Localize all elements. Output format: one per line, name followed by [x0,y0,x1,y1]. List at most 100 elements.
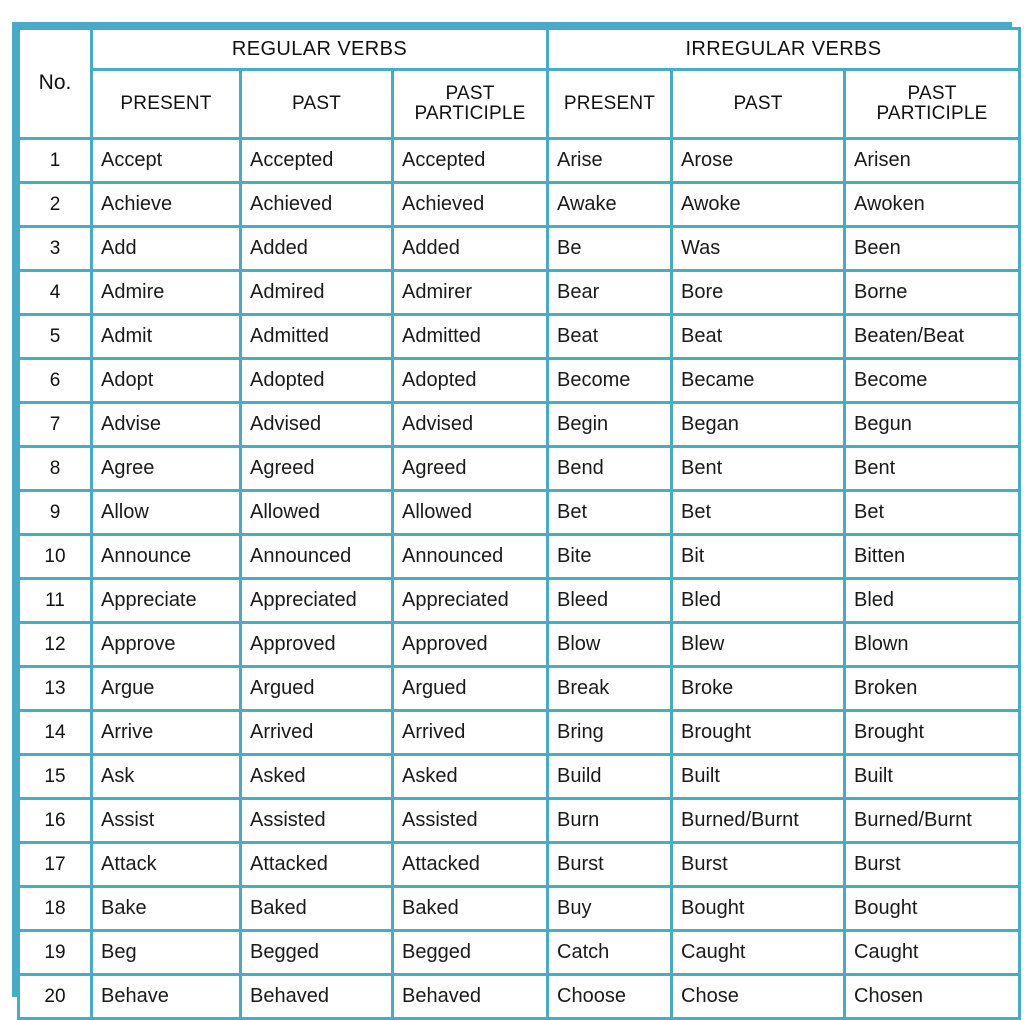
row-number-cell: 10 [20,536,90,577]
row-number-cell: 5 [20,316,90,357]
column-header-regular-past: PAST [242,71,391,137]
row-number-cell: 15 [20,756,90,797]
cell-regular-past: Advised [242,404,391,445]
cell-irregular-past: Built [673,756,843,797]
cell-irregular-past-participle: Become [846,360,1018,401]
table-row: 18 Bake Baked Baked Buy Bought Bought [20,888,1018,929]
cell-irregular-past-participle: Bent [846,448,1018,489]
cell-regular-past-participle: Baked [394,888,546,929]
cell-irregular-past-participle: Begun [846,404,1018,445]
cell-regular-past: Begged [242,932,391,973]
cell-regular-present: Agree [93,448,239,489]
cell-irregular-past: Arose [673,140,843,181]
cell-irregular-past-participle: Borne [846,272,1018,313]
table-row: 2 Achieve Achieved Achieved Awake Awoke Awoken [20,184,1018,225]
cell-regular-present: Admire [93,272,239,313]
cell-regular-present: Announce [93,536,239,577]
section-header-regular-verbs: REGULAR VERBS [93,30,546,68]
cell-irregular-past: Bent [673,448,843,489]
cell-irregular-past: Awoke [673,184,843,225]
cell-irregular-present: Be [549,228,670,269]
cell-regular-present: Arrive [93,712,239,753]
row-number-cell: 18 [20,888,90,929]
cell-irregular-past: Brought [673,712,843,753]
cell-irregular-past: Bit [673,536,843,577]
cell-irregular-past-participle: Arisen [846,140,1018,181]
cell-regular-past-participle: Accepted [394,140,546,181]
table-row: 1 Accept Accepted Accepted Arise Arose Arisen [20,140,1018,181]
row-number-cell: 19 [20,932,90,973]
cell-irregular-present: Bring [549,712,670,753]
cell-regular-past: Argued [242,668,391,709]
cell-irregular-past: Became [673,360,843,401]
cell-regular-present: Advise [93,404,239,445]
row-number-cell: 4 [20,272,90,313]
cell-irregular-past-participle: Burst [846,844,1018,885]
cell-irregular-past: Beat [673,316,843,357]
cell-regular-past-participle: Begged [394,932,546,973]
cell-irregular-present: Arise [549,140,670,181]
cell-irregular-past: Caught [673,932,843,973]
cell-irregular-present: Bet [549,492,670,533]
table-body: 1 Accept Accepted Accepted Arise Arose Arisen 2… [20,140,1018,1017]
cell-irregular-past: Burst [673,844,843,885]
cell-irregular-present: Burn [549,800,670,841]
cell-regular-present: Accept [93,140,239,181]
cell-irregular-past-participle: Built [846,756,1018,797]
column-header-irregular-past-participle-line1: PAST [907,83,957,105]
cell-irregular-present: Burst [549,844,670,885]
row-number-cell: 9 [20,492,90,533]
table-row: 4 Admire Admired Admirer Bear Bore Borne [20,272,1018,313]
column-header-regular-past-participle-line2: PARTICIPLE [414,103,526,124]
cell-regular-past-participle: Admirer [394,272,546,313]
column-header-irregular-past: PAST [673,71,843,137]
cell-regular-present: Appreciate [93,580,239,621]
cell-irregular-present: Break [549,668,670,709]
cell-irregular-present: Awake [549,184,670,225]
table-row: 3 Add Added Added Be Was Been [20,228,1018,269]
cell-irregular-past-participle: Bet [846,492,1018,533]
cell-regular-past-participle: Arrived [394,712,546,753]
cell-regular-past: Admired [242,272,391,313]
cell-regular-present: Ask [93,756,239,797]
table-row: 6 Adopt Adopted Adopted Become Became Become [20,360,1018,401]
cell-regular-past-participle: Allowed [394,492,546,533]
cell-regular-past-participle: Added [394,228,546,269]
cell-irregular-present: Blow [549,624,670,665]
cell-irregular-past-participle: Beaten/Beat [846,316,1018,357]
table-header: No. REGULAR VERBS IRREGULAR VERBS PRESEN… [20,30,1018,137]
table-row: 12 Approve Approved Approved Blow Blew Blown [20,624,1018,665]
cell-regular-past-participle: Argued [394,668,546,709]
cell-irregular-past-participle: Blown [846,624,1018,665]
cell-regular-past: Accepted [242,140,391,181]
section-header-irregular-verbs: IRREGULAR VERBS [549,30,1018,68]
cell-regular-present: Approve [93,624,239,665]
table-row: 16 Assist Assisted Assisted Burn Burned/Burnt… [20,800,1018,841]
cell-irregular-past: Began [673,404,843,445]
cell-regular-past: Arrived [242,712,391,753]
column-header-row: PRESENT PAST PAST PARTICIPLE PRESENT PAS… [20,71,1018,137]
cell-regular-past: Adopted [242,360,391,401]
cell-irregular-past: Broke [673,668,843,709]
cell-regular-past-participle: Approved [394,624,546,665]
cell-irregular-past: Bet [673,492,843,533]
cell-irregular-present: Bite [549,536,670,577]
column-header-irregular-past-participle: PAST PARTICIPLE [846,71,1018,137]
row-number-cell: 6 [20,360,90,401]
cell-regular-present: Admit [93,316,239,357]
cell-regular-past: Announced [242,536,391,577]
table-row: 11 Appreciate Appreciated Appreciated Bleed B… [20,580,1018,621]
row-number-cell: 3 [20,228,90,269]
cell-irregular-past: Bled [673,580,843,621]
cell-regular-present: Bake [93,888,239,929]
cell-regular-present: Beg [93,932,239,973]
row-number-cell: 17 [20,844,90,885]
table-row: 8 Agree Agreed Agreed Bend Bent Bent [20,448,1018,489]
cell-irregular-present: Catch [549,932,670,973]
row-number-cell: 1 [20,140,90,181]
table-row: 10 Announce Announced Announced Bite Bit Bitte… [20,536,1018,577]
cell-irregular-past-participle: Burned/Burnt [846,800,1018,841]
verb-table-frame: No. REGULAR VERBS IRREGULAR VERBS PRESEN… [12,22,1021,1020]
cell-irregular-present: Begin [549,404,670,445]
table-row: 9 Allow Allowed Allowed Bet Bet Bet [20,492,1018,533]
